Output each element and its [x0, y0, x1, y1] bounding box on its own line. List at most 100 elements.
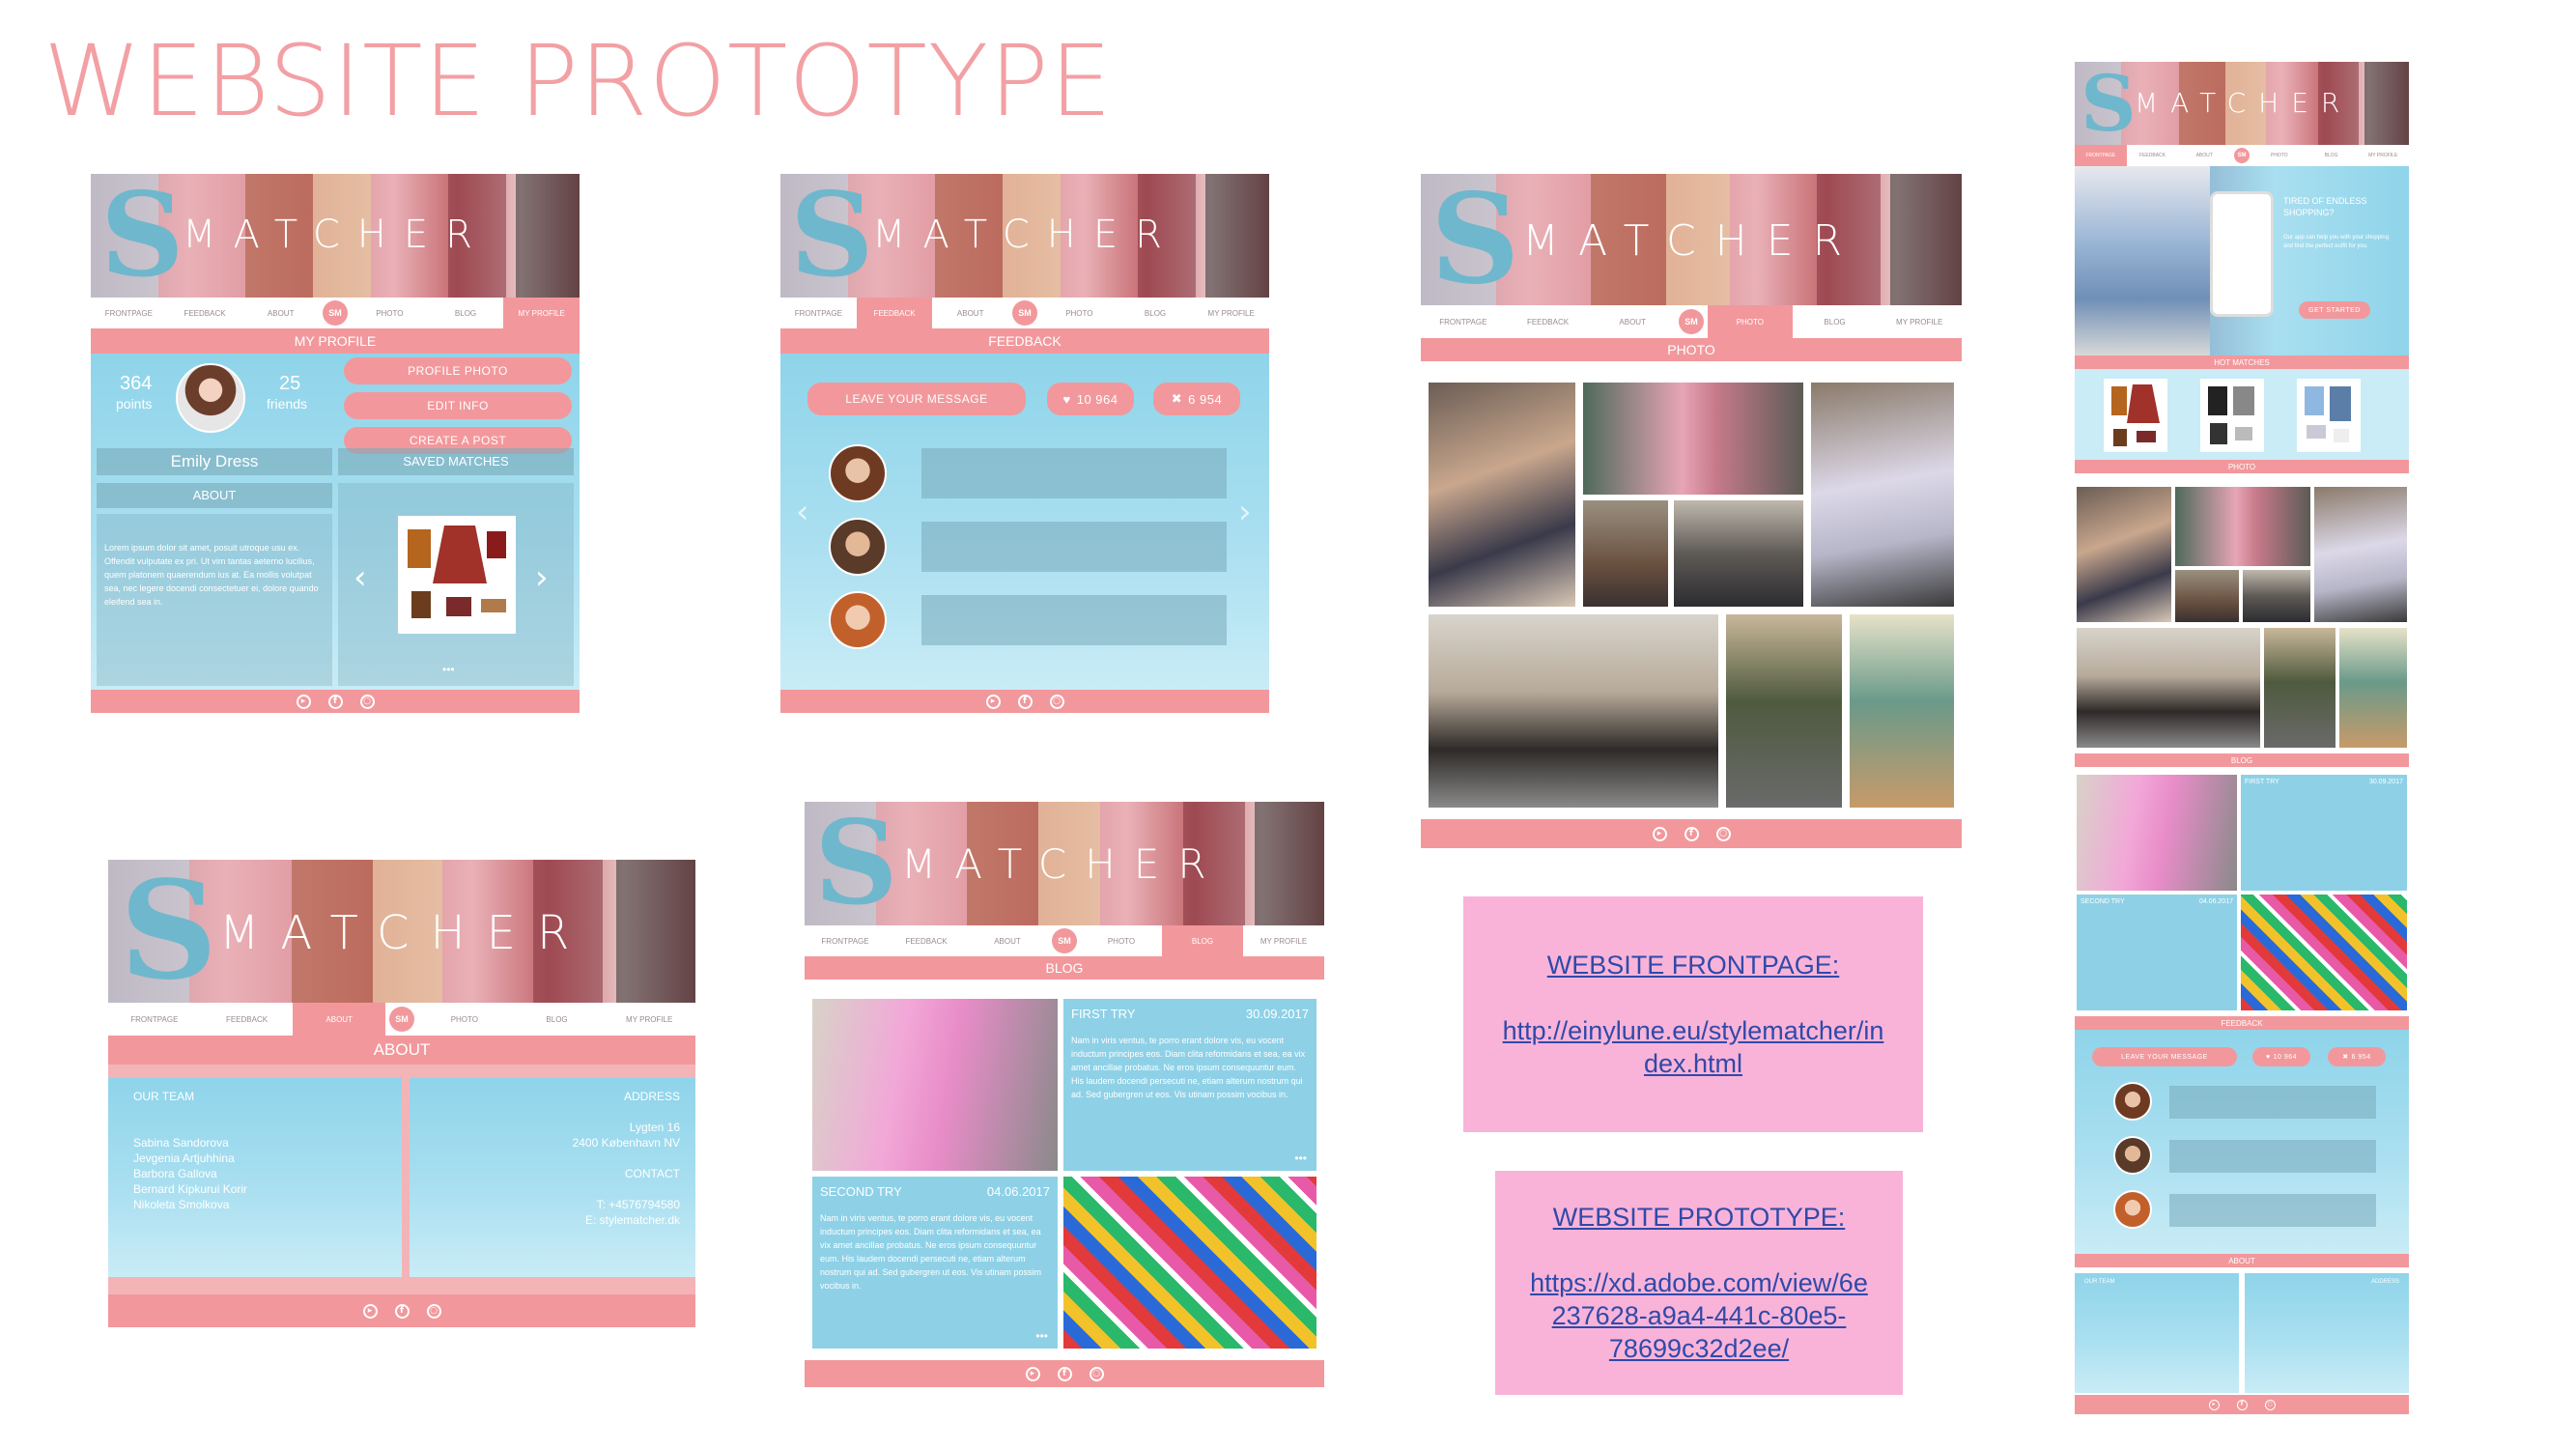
long-blog-post-2[interactable]: SECOND TRY 04.06.2017 [2077, 895, 2237, 1010]
post-2-more[interactable]: ••• [1035, 1329, 1048, 1343]
long-photo-4[interactable] [2175, 570, 2239, 622]
nav-frontpage[interactable]: FRONTPAGE [108, 1003, 201, 1036]
chevron-left-icon[interactable]: ‹ [354, 558, 367, 597]
long-blog-photo-2[interactable] [2241, 895, 2407, 1010]
instagram-icon[interactable]: ○ [359, 694, 375, 709]
nav-feedback[interactable]: FEEDBACK [856, 298, 933, 328]
street-style-photo-8[interactable] [1850, 614, 1954, 808]
nav-about[interactable]: ABOUT [932, 298, 1008, 328]
logo-icon[interactable]: SM [1679, 309, 1705, 334]
facebook-icon[interactable]: f [1684, 826, 1699, 841]
street-style-photo-4[interactable] [1583, 500, 1668, 607]
nav-about[interactable]: ABOUT [242, 298, 319, 328]
logo-icon[interactable]: SM [389, 1007, 415, 1032]
blog-post-1[interactable]: FIRST TRY 30.09.2017 Nam in viris ventus… [1063, 999, 1316, 1171]
facebook-icon[interactable]: f [327, 694, 343, 709]
nav-blog[interactable]: BLOG [1793, 305, 1878, 338]
match-1[interactable] [2104, 379, 2167, 452]
nav-feedback[interactable]: FEEDBACK [167, 298, 243, 328]
youtube-icon[interactable]: ▸ [296, 694, 311, 709]
nav-my-profile[interactable]: MY PROFILE [2357, 145, 2409, 166]
edit-info-button[interactable]: EDIT INFO [344, 392, 572, 419]
chevron-left-icon[interactable]: ‹ [796, 493, 809, 531]
frontpage-heading[interactable]: WEBSITE FRONTPAGE: [1547, 949, 1840, 981]
leave-message-button[interactable]: LEAVE YOUR MESSAGE [807, 383, 1026, 415]
street-style-photo-1[interactable] [1429, 383, 1575, 607]
nav-photo[interactable]: PHOTO [1708, 305, 1793, 338]
nav-about[interactable]: ABOUT [2178, 145, 2230, 166]
match-3[interactable] [2297, 379, 2361, 452]
nav-photo[interactable]: PHOTO [418, 1003, 511, 1036]
instagram-icon[interactable]: ○ [2264, 1399, 2276, 1410]
street-style-photo-7[interactable] [1726, 614, 1842, 808]
nav-feedback[interactable]: FEEDBACK [2127, 145, 2179, 166]
nav-my-profile[interactable]: MY PROFILE [1877, 305, 1962, 338]
youtube-icon[interactable]: ▸ [985, 694, 1001, 709]
frontpage-link-line-1[interactable]: http://einylune.eu/stylematcher/in [1503, 1014, 1884, 1047]
long-photo-8[interactable] [2339, 628, 2407, 748]
nav-feedback[interactable]: FEEDBACK [886, 925, 967, 956]
prototype-link-line-1[interactable]: https://xd.adobe.com/view/6e [1530, 1266, 1868, 1299]
get-started-button[interactable]: GET STARTED [2299, 301, 2370, 319]
nav-about[interactable]: ABOUT [1590, 305, 1675, 338]
nav-my-profile[interactable]: MY PROFILE [1243, 925, 1324, 956]
nav-about[interactable]: ABOUT [293, 1003, 386, 1036]
nav-blog[interactable]: BLOG [1118, 298, 1194, 328]
long-likes[interactable]: ♥ 10 964 [2252, 1047, 2310, 1066]
nav-my-profile[interactable]: MY PROFILE [603, 1003, 695, 1036]
frontpage-link-line-2[interactable]: dex.html [1644, 1047, 1742, 1080]
long-leave-message[interactable]: LEAVE YOUR MESSAGE [2092, 1047, 2237, 1066]
facebook-icon[interactable]: f [1057, 1366, 1072, 1381]
chevron-right-icon[interactable]: › [1238, 493, 1252, 531]
prototype-link-line-2[interactable]: 237628-a9a4-441c-80e5- [1552, 1299, 1847, 1332]
blog-photo-pink-suit[interactable] [812, 999, 1058, 1171]
nav-photo[interactable]: PHOTO [2253, 145, 2306, 166]
street-style-photo-3[interactable] [1811, 383, 1954, 607]
long-photo-2[interactable] [2175, 487, 2310, 566]
logo-icon[interactable]: SM [323, 300, 349, 326]
nav-frontpage[interactable]: FRONTPAGE [1421, 305, 1506, 338]
nav-frontpage[interactable]: FRONTPAGE [2075, 145, 2127, 166]
nav-blog[interactable]: BLOG [1162, 925, 1243, 956]
logo-icon[interactable]: SM [1052, 928, 1077, 953]
nav-photo[interactable]: PHOTO [352, 298, 428, 328]
prototype-link-line-3[interactable]: 78699c32d2ee/ [1609, 1332, 1789, 1365]
nav-frontpage[interactable]: FRONTPAGE [780, 298, 857, 328]
profile-photo-button[interactable]: PROFILE PHOTO [344, 357, 572, 384]
nav-frontpage[interactable]: FRONTPAGE [91, 298, 167, 328]
nav-photo[interactable]: PHOTO [1081, 925, 1162, 956]
street-style-photo-6[interactable] [1429, 614, 1718, 808]
nav-blog[interactable]: BLOG [2306, 145, 2358, 166]
nav-my-profile[interactable]: MY PROFILE [1193, 298, 1269, 328]
youtube-icon[interactable]: ▸ [1652, 826, 1667, 841]
instagram-icon[interactable]: ○ [1049, 694, 1064, 709]
nav-blog[interactable]: BLOG [428, 298, 504, 328]
logo-icon[interactable]: SM [1012, 300, 1038, 326]
blog-post-2[interactable]: SECOND TRY 04.06.2017 Nam in viris ventu… [812, 1177, 1058, 1349]
youtube-icon[interactable]: ▸ [2208, 1399, 2220, 1410]
dislikes-count[interactable]: ✖ 6 954 [1153, 383, 1240, 415]
street-style-photo-5[interactable] [1674, 500, 1803, 607]
more-dots[interactable]: ••• [442, 663, 455, 676]
instagram-icon[interactable]: ○ [1715, 826, 1731, 841]
likes-count[interactable]: ♥ 10 964 [1047, 383, 1134, 415]
nav-frontpage[interactable]: FRONTPAGE [805, 925, 886, 956]
long-dislikes[interactable]: ✖ 6 954 [2328, 1047, 2386, 1066]
long-photo-6[interactable] [2077, 628, 2260, 748]
nav-my-profile[interactable]: MY PROFILE [503, 298, 580, 328]
long-photo-3[interactable] [2314, 487, 2407, 622]
match-2[interactable] [2200, 379, 2264, 452]
long-photo-7[interactable] [2264, 628, 2335, 748]
long-blog-photo-1[interactable] [2077, 775, 2237, 891]
logo-icon[interactable]: SM [2234, 148, 2250, 163]
facebook-icon[interactable]: f [2236, 1399, 2248, 1410]
nav-feedback[interactable]: FEEDBACK [1506, 305, 1591, 338]
post-1-more[interactable]: ••• [1294, 1151, 1307, 1165]
long-blog-post-1[interactable]: FIRST TRY 30.09.2017 [2241, 775, 2407, 891]
prototype-heading[interactable]: WEBSITE PROTOTYPE: [1553, 1201, 1846, 1234]
instagram-icon[interactable]: ○ [426, 1303, 441, 1319]
chevron-right-icon[interactable]: › [535, 558, 549, 597]
youtube-icon[interactable]: ▸ [1025, 1366, 1040, 1381]
long-photo-5[interactable] [2243, 570, 2310, 622]
nav-feedback[interactable]: FEEDBACK [201, 1003, 294, 1036]
